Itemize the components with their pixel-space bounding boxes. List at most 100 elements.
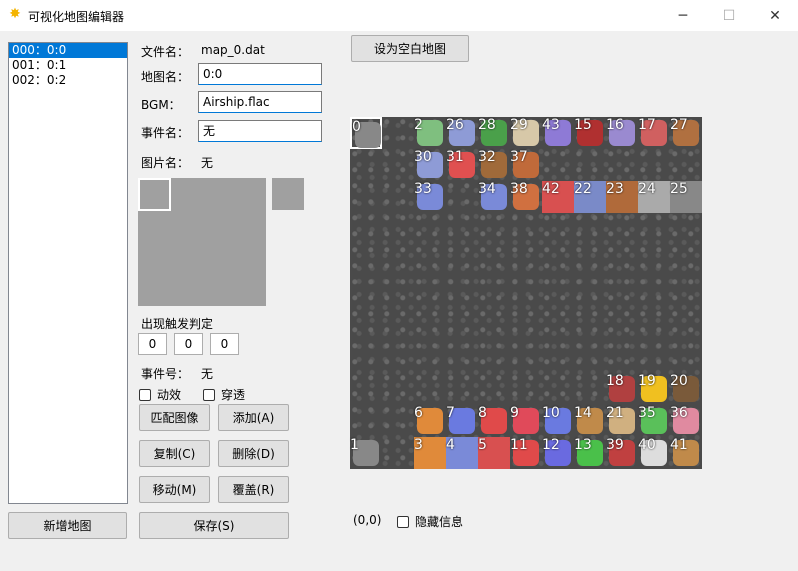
mapname-label: 地图名： (141, 70, 190, 84)
tile-1[interactable]: 1 (350, 437, 382, 469)
tile-number: 39 (606, 437, 624, 453)
event-name-input[interactable]: 无 (198, 120, 322, 142)
tile-26[interactable]: 26 (446, 117, 478, 149)
window-title: 可视化地图编辑器 (28, 10, 125, 24)
trigger-x-field[interactable]: 0 (138, 333, 167, 355)
trigger-label: 出现触发判定 (141, 317, 214, 331)
tile-19[interactable]: 19 (638, 373, 670, 405)
map-list-item[interactable]: 000：0:0 (9, 43, 127, 58)
tile-32[interactable]: 32 (478, 149, 510, 181)
minimize-button[interactable]: ─ (660, 0, 706, 31)
anim-checkbox[interactable]: 动效 (139, 386, 181, 403)
tile-13[interactable]: 13 (574, 437, 606, 469)
tile-30[interactable]: 30 (414, 149, 446, 181)
app-star-icon: ✸ (9, 6, 21, 22)
coords-readout: (0,0) (353, 513, 382, 527)
copy-button[interactable]: 复制(C) (139, 440, 210, 467)
tile-25[interactable]: 25 (670, 181, 702, 213)
tile-43[interactable]: 43 (542, 117, 574, 149)
tile-number: 11 (510, 437, 528, 453)
tile-9[interactable]: 9 (510, 405, 542, 437)
tile-3[interactable]: 3 (414, 437, 446, 469)
delete-button[interactable]: 删除(D) (218, 440, 289, 467)
tile-33[interactable]: 33 (414, 181, 446, 213)
tile-number: 43 (542, 117, 560, 133)
new-map-button[interactable]: 新增地图 (8, 512, 127, 539)
tile-number: 37 (510, 149, 528, 165)
tile-number: 30 (414, 149, 432, 165)
tile-11[interactable]: 11 (510, 437, 542, 469)
tile-42[interactable]: 42 (542, 181, 574, 213)
tile-6[interactable]: 6 (414, 405, 446, 437)
tile-number: 14 (574, 405, 592, 421)
image-name-value: 无 (201, 156, 214, 170)
tile-29[interactable]: 29 (510, 117, 542, 149)
event-no-value: 无 (201, 367, 214, 381)
tile-17[interactable]: 17 (638, 117, 670, 149)
move-button[interactable]: 移动(M) (139, 476, 210, 503)
tile-21[interactable]: 21 (606, 405, 638, 437)
tile-14[interactable]: 14 (574, 405, 606, 437)
tile-40[interactable]: 40 (638, 437, 670, 469)
tile-36[interactable]: 36 (670, 405, 702, 437)
event-no-label: 事件号： (141, 367, 190, 381)
tile-41[interactable]: 41 (670, 437, 702, 469)
tile-39[interactable]: 39 (606, 437, 638, 469)
tile-0[interactable]: 0 (350, 117, 382, 149)
tile-number: 24 (638, 181, 656, 197)
tile-number: 0 (352, 119, 361, 135)
tile-18[interactable]: 18 (606, 373, 638, 405)
image-selection-frame[interactable] (138, 178, 171, 211)
pass-checkbox[interactable]: 穿透 (203, 386, 245, 403)
tile-16[interactable]: 16 (606, 117, 638, 149)
tile-number: 34 (478, 181, 496, 197)
tile-10[interactable]: 10 (542, 405, 574, 437)
hide-info-checkbox[interactable]: 隐藏信息 (397, 513, 463, 530)
tile-12[interactable]: 12 (542, 437, 574, 469)
tile-27[interactable]: 27 (670, 117, 702, 149)
map-list-item[interactable]: 002：0:2 (9, 73, 127, 88)
tile-38[interactable]: 38 (510, 181, 542, 213)
tile-31[interactable]: 31 (446, 149, 478, 181)
tile-number: 42 (542, 181, 560, 197)
tile-20[interactable]: 20 (670, 373, 702, 405)
tile-palette[interactable]: 0 2 26 28 29 43 15 16 17 27 30 31 32 37 33 34 38 42 22 23 24… (350, 117, 702, 469)
set-blank-map-button[interactable]: 设为空白地图 (351, 35, 469, 62)
save-button[interactable]: 保存(S) (139, 512, 289, 539)
anim-checkbox-box[interactable] (139, 388, 151, 401)
tile-23[interactable]: 23 (606, 181, 638, 213)
tile-35[interactable]: 35 (638, 405, 670, 437)
tile-34[interactable]: 34 (478, 181, 510, 213)
tile-22[interactable]: 22 (574, 181, 606, 213)
overwrite-button[interactable]: 覆盖(R) (218, 476, 289, 503)
tile-15[interactable]: 15 (574, 117, 606, 149)
tile-number: 36 (670, 405, 688, 421)
tile-number: 16 (606, 117, 624, 133)
tile-4[interactable]: 4 (446, 437, 478, 469)
match-image-button[interactable]: 匹配图像 (139, 404, 210, 431)
tile-37[interactable]: 37 (510, 149, 542, 181)
map-list[interactable]: 000：0:0 001：0:1 002：0:2 (8, 42, 128, 504)
tile-number: 5 (478, 437, 487, 453)
add-button[interactable]: 添加(A) (218, 404, 289, 431)
tile-number: 4 (446, 437, 455, 453)
tile-7[interactable]: 7 (446, 405, 478, 437)
tile-number: 2 (414, 117, 423, 133)
tile-5[interactable]: 5 (478, 437, 510, 469)
tile-24[interactable]: 24 (638, 181, 670, 213)
bgm-label: BGM： (141, 98, 181, 112)
tile-28[interactable]: 28 (478, 117, 510, 149)
mapname-input[interactable]: 0:0 (198, 63, 322, 85)
tile-number: 29 (510, 117, 528, 133)
tile-number: 38 (510, 181, 528, 197)
trigger-y-field[interactable]: 0 (174, 333, 203, 355)
tile-2[interactable]: 2 (414, 117, 446, 149)
close-button[interactable]: ✕ (752, 0, 798, 31)
map-list-item[interactable]: 001：0:1 (9, 58, 127, 73)
maximize-button[interactable]: ☐ (706, 0, 752, 31)
trigger-z-field[interactable]: 0 (210, 333, 239, 355)
hide-info-checkbox-box[interactable] (397, 515, 409, 528)
pass-checkbox-box[interactable] (203, 388, 215, 401)
tile-8[interactable]: 8 (478, 405, 510, 437)
bgm-input[interactable]: Airship.flac (198, 91, 322, 113)
